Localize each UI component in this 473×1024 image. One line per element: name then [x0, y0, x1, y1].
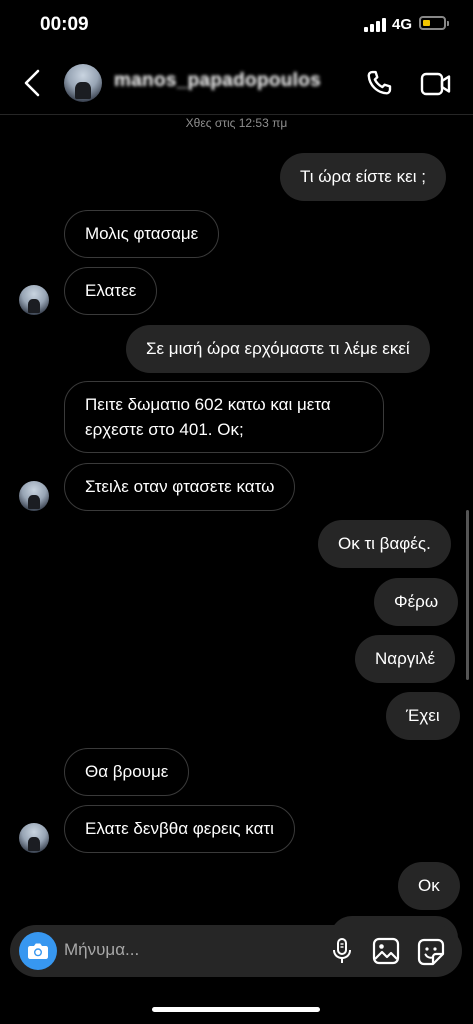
message-incoming[interactable]: Στειλε οταν φτασετε κατω [64, 463, 296, 511]
sender-avatar[interactable] [19, 823, 49, 853]
message-outgoing[interactable]: Σε μισή ώρα ερχόμαστε τι λέμε εκεί [126, 325, 430, 373]
image-icon[interactable] [372, 937, 400, 965]
message-composer: Μήνυμα... [10, 925, 462, 977]
message-incoming[interactable]: Θα βρουμε [64, 748, 190, 796]
microphone-icon[interactable] [330, 937, 354, 965]
battery-icon [419, 16, 449, 30]
username[interactable]: manos_papadopoulos [114, 70, 321, 92]
scrollbar[interactable] [466, 510, 469, 680]
sender-avatar[interactable] [19, 481, 49, 511]
sender-avatar[interactable] [19, 285, 49, 315]
message-timestamp: Χθες στις 12:53 πμ [185, 116, 288, 130]
sticker-icon[interactable] [416, 937, 446, 967]
status-bar: 00:09 4G [0, 0, 473, 50]
message-incoming[interactable]: Ελατε δενβθα φερεις κατι [64, 805, 295, 853]
signal-icon [364, 18, 386, 32]
camera-button[interactable] [19, 932, 57, 970]
chevron-left-icon[interactable] [20, 66, 48, 100]
message-incoming[interactable]: Πειτε δωματιο 602 κατω και μετα ερχεστε … [64, 381, 384, 453]
message-outgoing[interactable]: Έχει [386, 692, 460, 740]
message-outgoing[interactable]: Οκ [398, 862, 460, 910]
message-outgoing[interactable]: Οκ τι βαφές. [318, 520, 451, 568]
message-outgoing[interactable]: Φέρω [374, 578, 459, 626]
home-indicator [152, 1007, 320, 1012]
status-time: 00:09 [40, 14, 89, 35]
message-outgoing[interactable]: Ναργιλέ [355, 635, 456, 683]
message-outgoing[interactable]: Τι ώρα είστε κει ; [280, 153, 446, 201]
video-camera-icon[interactable] [420, 70, 452, 98]
message-incoming[interactable]: Ελατεε [64, 267, 158, 315]
phone-icon[interactable] [364, 68, 394, 98]
message-input[interactable]: Μήνυμα... [64, 940, 139, 960]
avatar[interactable] [64, 64, 102, 102]
message-incoming[interactable]: Μολις φτασαμε [64, 210, 220, 258]
camera-icon [28, 943, 48, 959]
network-type: 4G [392, 16, 413, 33]
chat-header: manos_papadopoulos [0, 52, 473, 115]
